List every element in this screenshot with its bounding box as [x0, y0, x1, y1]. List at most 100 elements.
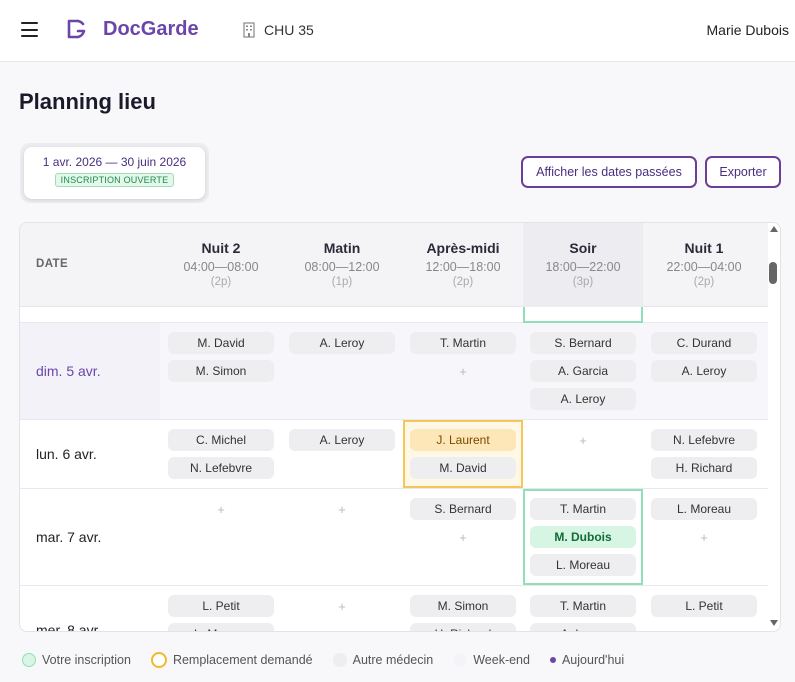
table-row: lun. 6 avr. C. Michel N. Lefebvre A. Ler…: [20, 420, 768, 489]
org-name[interactable]: CHU 35: [264, 22, 314, 38]
doctor-chip[interactable]: A. Leroy: [289, 332, 395, 354]
shift-cell[interactable]: L. Moreau +: [644, 489, 764, 585]
column-header-apres-midi: Après-midi 12:00—18:00 (2p): [403, 240, 523, 288]
doctor-chip-replacement[interactable]: J. Laurent: [410, 429, 516, 451]
user-menu[interactable]: Marie Dubois: [707, 22, 789, 38]
shift-cell-mine[interactable]: T. Martin M. Dubois L. Moreau: [523, 489, 643, 585]
column-hours: 08:00—12:00: [304, 260, 380, 274]
shift-cell[interactable]: [523, 307, 643, 323]
column-name: Soir: [569, 240, 597, 256]
building-icon: [243, 22, 255, 38]
doctor-chip[interactable]: T. Martin: [410, 332, 516, 354]
shift-cell[interactable]: +: [282, 489, 402, 585]
doctor-chip[interactable]: N. Lefebvre: [168, 457, 274, 479]
legend-item-weekend: Week-end: [453, 653, 530, 667]
shift-cell[interactable]: T. Martin +: [403, 323, 523, 419]
column-header-nuit-2: Nuit 2 04:00—08:00 (2p): [161, 240, 281, 288]
table-row: mer. 8 avr. L. Petit L. Moreau + M. Simo…: [20, 586, 768, 632]
shift-cell[interactable]: S. Bernard +: [403, 489, 523, 585]
add-slot-button[interactable]: +: [410, 526, 516, 548]
legend-swatch-today: [549, 657, 556, 663]
column-hours: 12:00—18:00: [425, 260, 501, 274]
add-slot-button[interactable]: +: [168, 498, 274, 520]
menu-icon[interactable]: [21, 22, 38, 37]
doctor-chip[interactable]: T. Martin: [530, 498, 636, 520]
period-selector[interactable]: 1 avr. 2026 — 30 juin 2026 INSCRIPTION O…: [20, 143, 209, 203]
add-slot-button[interactable]: +: [289, 498, 395, 520]
doctor-chip[interactable]: C. Michel: [168, 429, 274, 451]
add-slot-button[interactable]: +: [651, 526, 757, 548]
add-slot-button[interactable]: +: [410, 360, 516, 382]
legend-label: Votre inscription: [42, 653, 131, 667]
doctor-chip[interactable]: A. Garcia: [530, 360, 636, 382]
doctor-chip[interactable]: A. Leroy: [651, 360, 757, 382]
add-slot-button[interactable]: +: [651, 623, 757, 632]
doctor-chip[interactable]: L. Moreau: [651, 498, 757, 520]
add-slot-button[interactable]: +: [289, 595, 395, 617]
doctor-chip[interactable]: L. Moreau: [168, 623, 274, 631]
shift-cell[interactable]: N. Lefebvre H. Richard: [644, 420, 764, 488]
doctor-chip[interactable]: M. David: [168, 332, 274, 354]
app-brand[interactable]: DocGarde: [103, 18, 199, 41]
column-name: Nuit 2: [201, 240, 241, 256]
shift-cell[interactable]: +: [161, 489, 281, 585]
doctor-chip[interactable]: A. Leroy: [289, 429, 395, 451]
column-name: Après-midi: [426, 240, 500, 256]
shift-cell[interactable]: A. Leroy: [282, 323, 402, 419]
status-badge: INSCRIPTION OUVERTE: [54, 173, 175, 187]
top-bar: DocGarde CHU 35 Marie Dubois: [0, 0, 795, 62]
table-row: mar. 7 avr. + + S. Bernard + T. Martin M…: [20, 489, 768, 586]
shift-cell[interactable]: +: [523, 420, 643, 488]
scroll-up-arrow-icon[interactable]: [770, 226, 778, 232]
doctor-chip[interactable]: L. Moreau: [530, 554, 636, 576]
shift-cell[interactable]: C. Durand A. Leroy: [644, 323, 764, 419]
column-header-soir: Soir 18:00—22:00 (3p): [523, 223, 643, 307]
table-row: dim. 5 avr. M. David M. Simon A. Leroy T…: [20, 323, 768, 420]
doctor-chip[interactable]: S. Bernard: [530, 332, 636, 354]
doctor-chip[interactable]: N. Lefebvre: [651, 429, 757, 451]
doctor-chip[interactable]: C. Durand: [651, 332, 757, 354]
doctor-chip[interactable]: H. Richard: [410, 623, 516, 631]
shift-cell[interactable]: M. Simon H. Richard: [403, 586, 523, 631]
period-dates: 1 avr. 2026 — 30 juin 2026: [42, 155, 187, 169]
show-past-dates-button[interactable]: Afficher les dates passées: [521, 156, 697, 188]
legend-label: Remplacement demandé: [172, 653, 313, 667]
doctor-chip-mine[interactable]: M. Dubois: [530, 526, 636, 548]
doctor-chip[interactable]: A. Leroy: [530, 623, 636, 631]
legend-label: Autre médecin: [352, 653, 434, 667]
table-header: DATE Nuit 2 04:00—08:00 (2p) Matin 08:00…: [20, 223, 768, 307]
add-slot-button[interactable]: +: [530, 429, 636, 451]
shift-cell[interactable]: T. Martin A. Leroy: [523, 586, 643, 631]
column-hours: 04:00—08:00: [183, 260, 259, 274]
doctor-chip[interactable]: M. Simon: [168, 360, 274, 382]
shift-cell[interactable]: S. Bernard A. Garcia A. Leroy: [523, 323, 643, 419]
page-title: Planning lieu: [19, 89, 156, 114]
column-header-nuit-1: Nuit 1 22:00—04:00 (2p): [644, 240, 764, 288]
legend-swatch-replacement: [150, 652, 167, 668]
export-button[interactable]: Exporter: [705, 156, 781, 188]
legend-swatch-weekend: [453, 653, 468, 667]
legend-swatch-other: [332, 653, 347, 667]
doctor-chip[interactable]: M. David: [410, 457, 516, 479]
doctor-chip[interactable]: T. Martin: [530, 595, 636, 617]
shift-cell[interactable]: C. Michel N. Lefebvre: [161, 420, 281, 488]
planning-table: DATE Nuit 2 04:00—08:00 (2p) Matin 08:00…: [19, 222, 781, 632]
column-places: (1p): [331, 276, 353, 288]
doctor-chip[interactable]: S. Bernard: [410, 498, 516, 520]
scroll-thumb[interactable]: [769, 262, 777, 284]
table-scrollbar[interactable]: [767, 222, 781, 632]
shift-cell[interactable]: L. Petit L. Moreau: [161, 586, 281, 631]
table-body[interactable]: dim. 5 avr. M. David M. Simon A. Leroy T…: [20, 307, 768, 632]
row-date: dim. 5 avr.: [36, 363, 101, 379]
shift-cell[interactable]: A. Leroy: [282, 420, 402, 488]
doctor-chip[interactable]: H. Richard: [651, 457, 757, 479]
doctor-chip[interactable]: A. Leroy: [530, 388, 636, 410]
shift-cell[interactable]: M. David M. Simon: [161, 323, 281, 419]
doctor-chip[interactable]: L. Petit: [168, 595, 274, 617]
doctor-chip[interactable]: M. Simon: [410, 595, 516, 617]
shift-cell[interactable]: +: [282, 586, 402, 631]
shift-cell-replacement[interactable]: J. Laurent M. David: [403, 420, 523, 488]
doctor-chip[interactable]: L. Petit: [651, 595, 757, 617]
shift-cell[interactable]: L. Petit +: [644, 586, 764, 632]
scroll-down-arrow-icon[interactable]: [770, 620, 778, 626]
